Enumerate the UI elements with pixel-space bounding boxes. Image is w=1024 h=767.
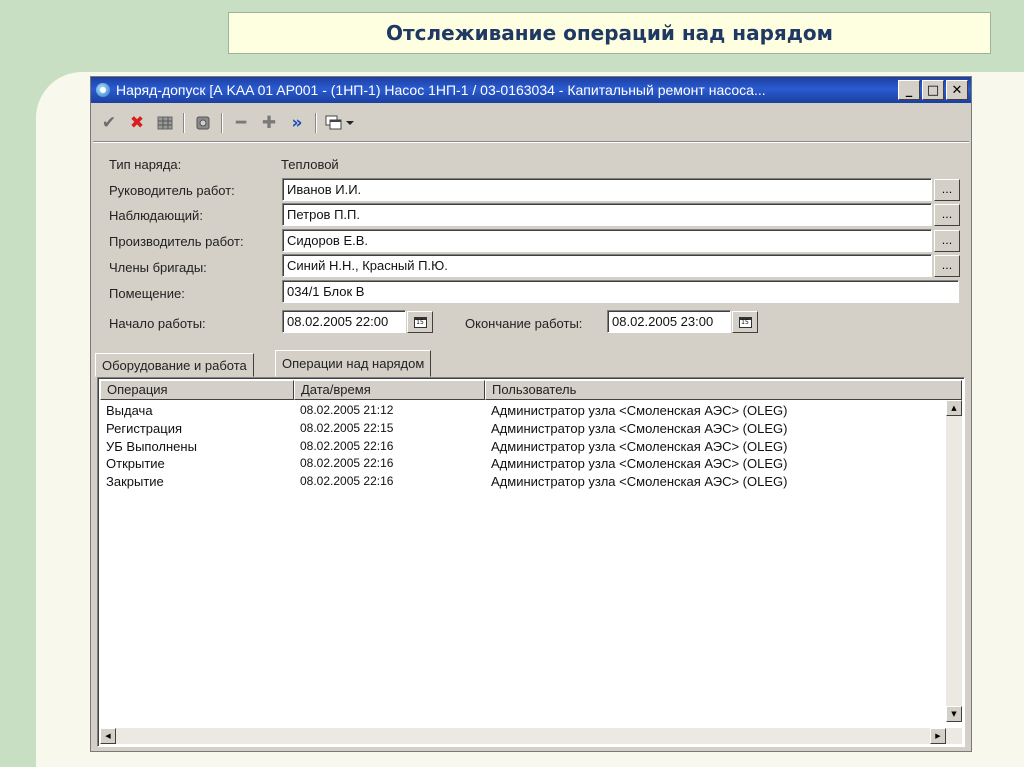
user-cell: Администратор узла <Смоленская АЭС> (OLE… bbox=[491, 420, 788, 436]
datetime-cell: 08.02.2005 22:15 bbox=[300, 420, 394, 435]
producer-field[interactable]: Сидоров Е.В. bbox=[282, 229, 932, 252]
user-cell: Администратор узла <Смоленская АЭС> (OLE… bbox=[491, 403, 788, 418]
toolbar-separator bbox=[315, 113, 317, 133]
calendar-icon: 15 bbox=[738, 316, 752, 328]
minus-icon[interactable]: ━ bbox=[229, 111, 253, 135]
datetime-cell: 08.02.2005 21:12 bbox=[300, 403, 394, 417]
user-cell: Администратор узла <Смоленская АЭС> (OLE… bbox=[491, 456, 788, 472]
end-date-field[interactable]: 08.02.2005 23:00 bbox=[607, 310, 731, 333]
table-row[interactable]: Открытие 08.02.2005 22:16 Администратор … bbox=[100, 456, 962, 474]
column-header-datetime[interactable]: Дата/время bbox=[294, 380, 485, 400]
plus-icon[interactable]: ✚ bbox=[257, 111, 281, 135]
app-icon bbox=[95, 82, 111, 98]
toolbar-divider bbox=[93, 141, 969, 143]
operation-cell: Регистрация bbox=[106, 420, 182, 436]
permit-window: Наряд-допуск [А KAA 01 AP001 - (1НП-1) Н… bbox=[90, 76, 972, 752]
gear-icon[interactable] bbox=[191, 111, 215, 135]
scroll-up-icon[interactable]: ▲ bbox=[946, 400, 962, 416]
toolbar-separator bbox=[221, 113, 223, 133]
scroll-left-icon[interactable]: ◀ bbox=[100, 728, 116, 744]
observer-field[interactable]: Петров П.П. bbox=[282, 203, 932, 226]
operation-cell: Закрытие bbox=[106, 474, 164, 490]
table-row[interactable]: Закрытие 08.02.2005 22:16 Администратор … bbox=[100, 474, 962, 492]
title-bar[interactable]: Наряд-допуск [А KAA 01 AP001 - (1НП-1) Н… bbox=[91, 77, 971, 103]
datetime-cell: 08.02.2005 22:16 bbox=[300, 456, 394, 471]
producer-label: Производитель работ: bbox=[109, 234, 244, 249]
column-header-operation[interactable]: Операция bbox=[100, 380, 294, 400]
tab-operations[interactable]: Операции над нарядом bbox=[275, 350, 432, 377]
table-row[interactable]: Регистрация 08.02.2005 22:15 Администрат… bbox=[100, 421, 962, 439]
user-cell: Администратор узла <Смоленская АЭС> (OLE… bbox=[491, 474, 788, 490]
crew-label: Члены бригады: bbox=[109, 260, 207, 275]
start-date-field[interactable]: 08.02.2005 22:00 bbox=[282, 310, 406, 333]
start-label: Начало работы: bbox=[109, 316, 206, 331]
scroll-down-icon[interactable]: ▼ bbox=[946, 706, 962, 722]
type-value: Тепловой bbox=[281, 157, 339, 172]
grid-icon[interactable] bbox=[153, 111, 177, 135]
crew-field[interactable]: Синий Н.Н., Красный П.Ю. bbox=[282, 254, 932, 277]
vertical-scrollbar[interactable]: ▲ ▼ bbox=[946, 400, 962, 722]
room-label: Помещение: bbox=[109, 286, 185, 301]
scroll-right-icon[interactable]: ▶ bbox=[930, 728, 946, 744]
close-button[interactable]: ✕ bbox=[946, 80, 968, 100]
producer-select-button[interactable]: ... bbox=[934, 230, 960, 252]
slide-title-box: Отслеживание операций над нарядом bbox=[228, 12, 991, 54]
user-cell: Администратор узла <Смоленская АЭС> (OLE… bbox=[491, 438, 788, 454]
datetime-cell: 08.02.2005 22:16 bbox=[300, 438, 394, 453]
crew-select-button[interactable]: ... bbox=[934, 255, 960, 277]
toolbar: ✔ ✖ ━ ✚ » bbox=[97, 109, 357, 137]
datetime-cell: 08.02.2005 22:16 bbox=[300, 474, 394, 489]
table-body: Выдача 08.02.2005 21:12 Администратор уз… bbox=[100, 403, 962, 492]
room-field[interactable]: 034/1 Блок В bbox=[282, 280, 959, 303]
manager-field[interactable]: Иванов И.И. bbox=[282, 178, 932, 201]
window-stack-icon[interactable] bbox=[323, 111, 357, 135]
start-calendar-button[interactable]: 15 bbox=[407, 311, 433, 333]
operation-cell: Выдача bbox=[106, 403, 153, 418]
operations-table: Операция Дата/время Пользователь Выдача … bbox=[97, 377, 965, 747]
end-label: Окончание работы: bbox=[465, 316, 583, 331]
calendar-icon: 15 bbox=[413, 316, 427, 328]
table-header: Операция Дата/время Пользователь bbox=[100, 380, 962, 400]
check-icon[interactable]: ✔ bbox=[97, 111, 121, 135]
column-header-user[interactable]: Пользователь bbox=[485, 380, 962, 400]
window-title: Наряд-допуск [А KAA 01 AP001 - (1НП-1) Н… bbox=[116, 82, 766, 98]
minimize-button[interactable]: _ bbox=[898, 80, 920, 100]
toolbar-separator bbox=[183, 113, 185, 133]
table-row[interactable]: УБ Выполнены 08.02.2005 22:16 Администра… bbox=[100, 439, 962, 457]
observer-select-button[interactable]: ... bbox=[934, 204, 960, 226]
manager-select-button[interactable]: ... bbox=[934, 179, 960, 201]
end-calendar-button[interactable]: 15 bbox=[732, 311, 758, 333]
type-label: Тип наряда: bbox=[109, 157, 182, 172]
double-chevron-icon[interactable]: » bbox=[285, 111, 309, 135]
horizontal-scrollbar[interactable]: ◀ ▶ bbox=[100, 728, 962, 744]
table-row[interactable]: Выдача 08.02.2005 21:12 Администратор уз… bbox=[100, 403, 962, 421]
manager-label: Руководитель работ: bbox=[109, 183, 235, 198]
cross-icon[interactable]: ✖ bbox=[125, 111, 149, 135]
operation-cell: УБ Выполнены bbox=[106, 438, 197, 454]
maximize-button[interactable]: □ bbox=[922, 80, 944, 100]
window-controls: _ □ ✕ bbox=[898, 80, 968, 100]
slide-title: Отслеживание операций над нарядом bbox=[386, 21, 833, 45]
tab-equipment[interactable]: Оборудование и работа bbox=[95, 353, 254, 377]
observer-label: Наблюдающий: bbox=[109, 208, 203, 223]
operation-cell: Открытие bbox=[106, 456, 165, 472]
